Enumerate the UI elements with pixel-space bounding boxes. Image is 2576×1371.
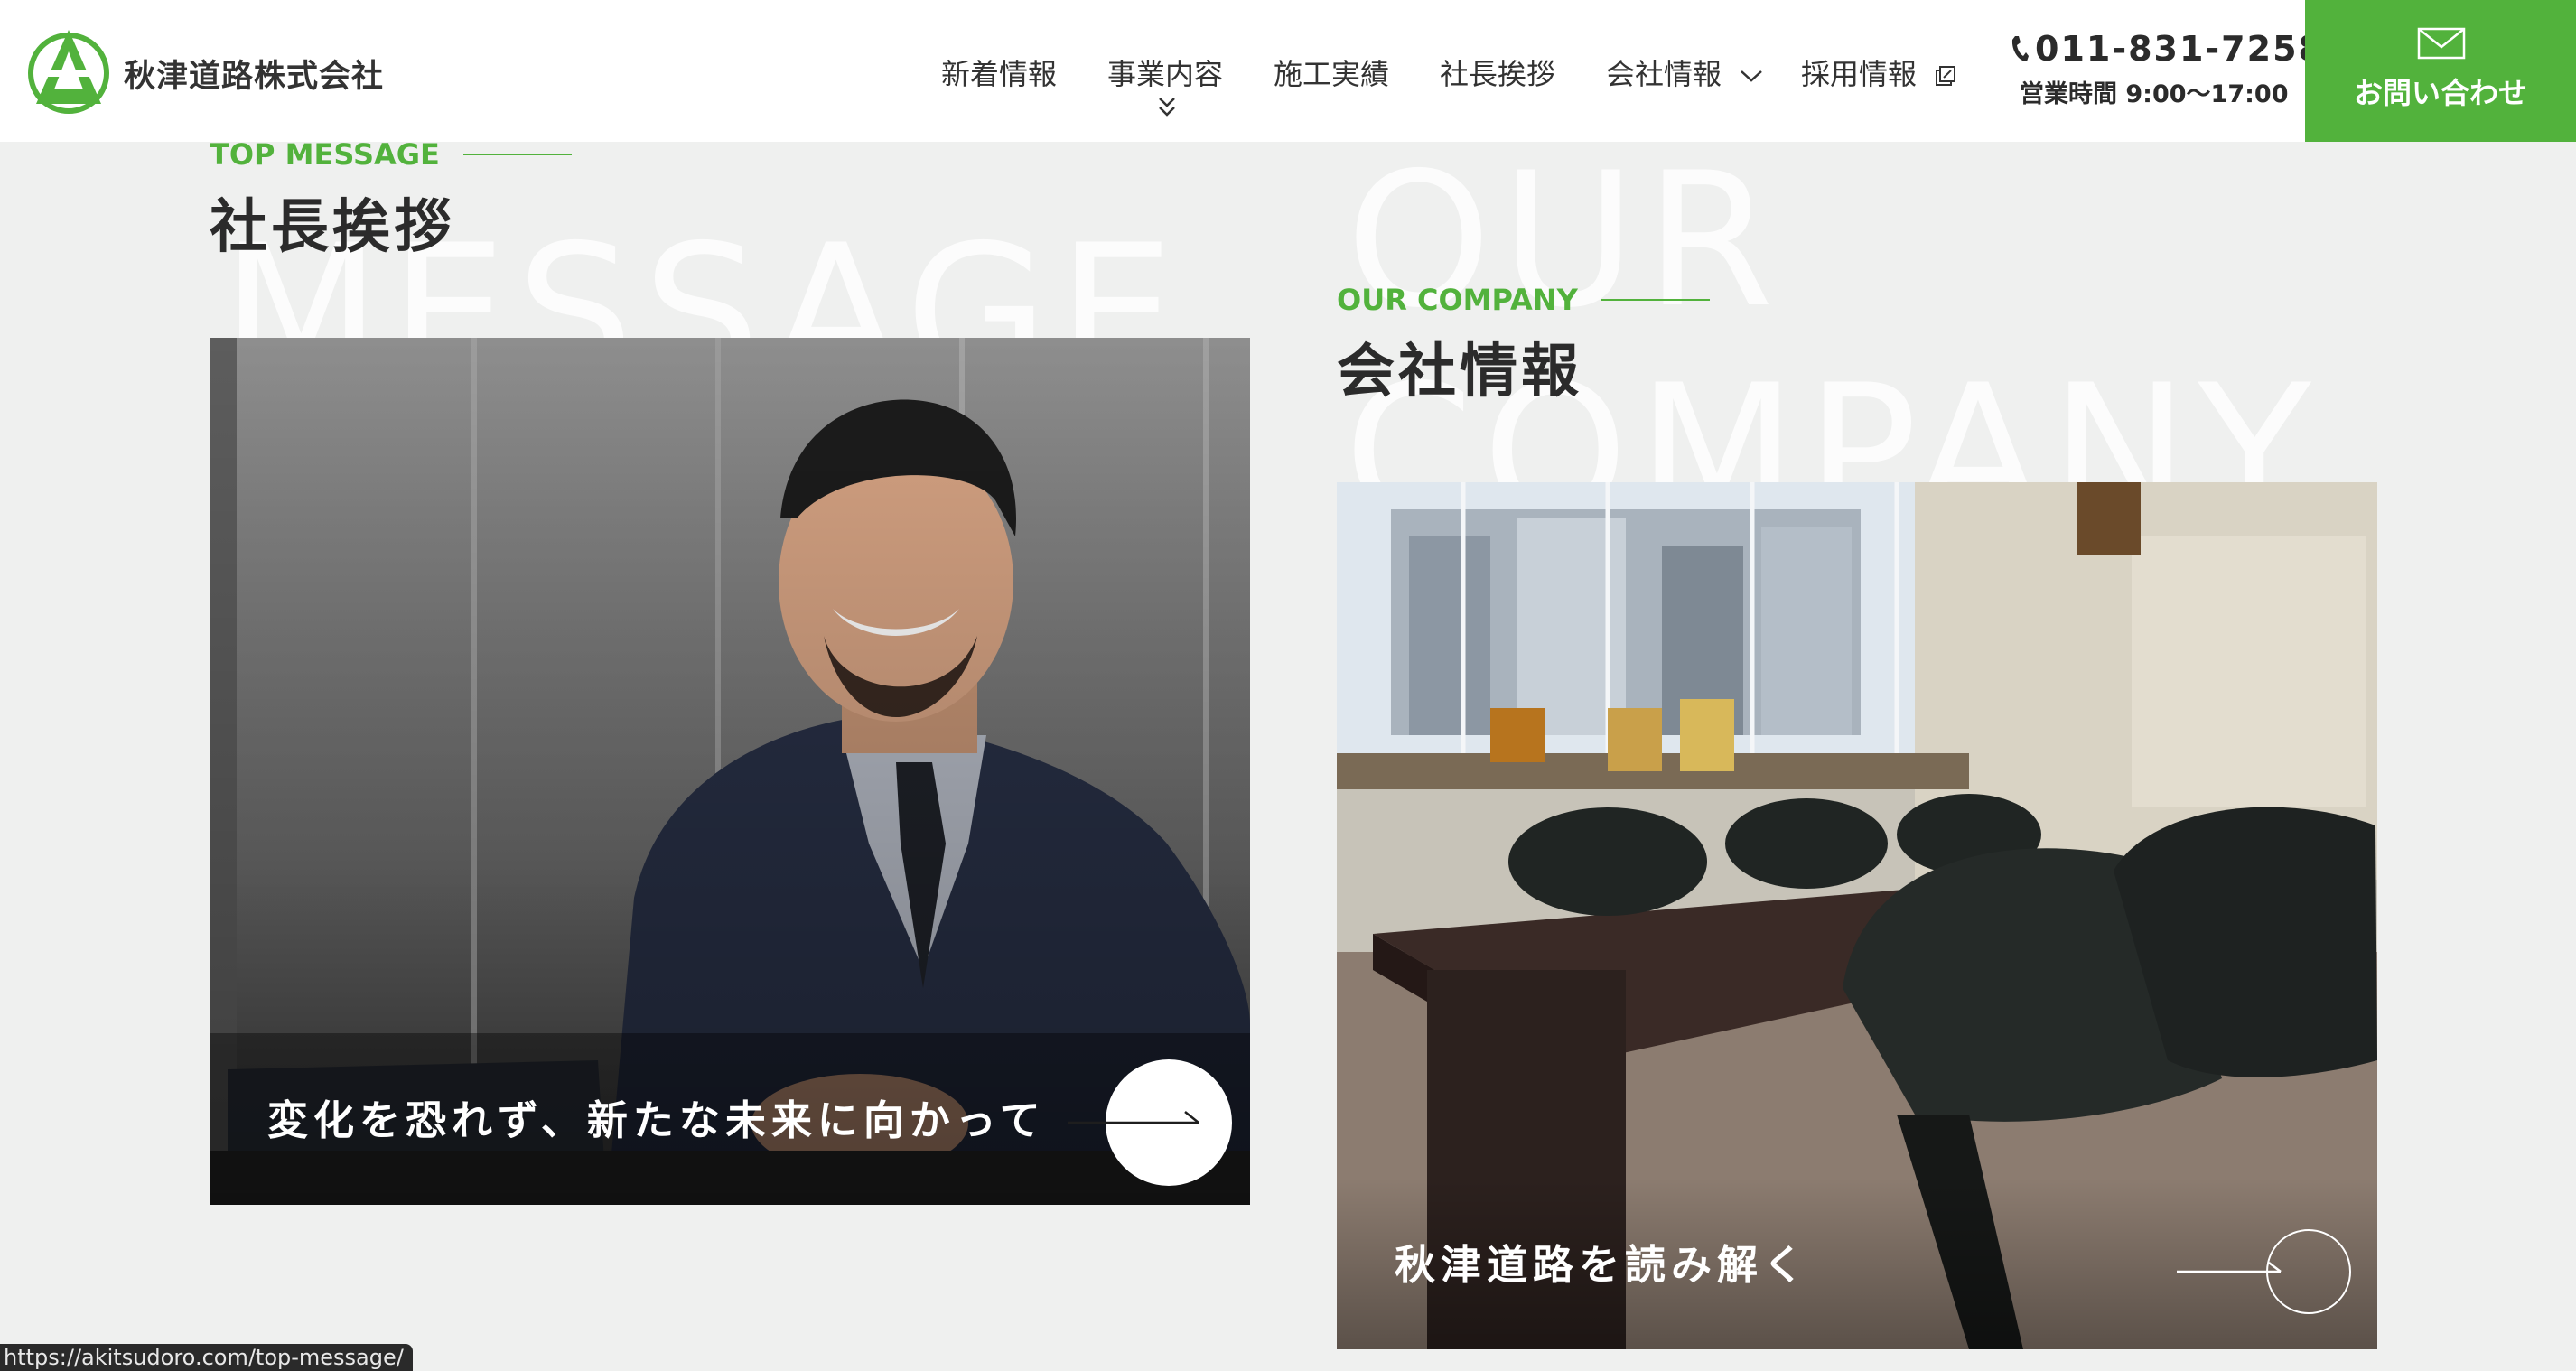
nav-business[interactable]: 事業内容 bbox=[1107, 51, 1223, 93]
nav-top-message[interactable]: 社長挨拶 bbox=[1440, 51, 1555, 93]
nav-works[interactable]: 施工実績 bbox=[1274, 51, 1389, 93]
message-eyebrow-text: TOP MESSAGE bbox=[210, 137, 440, 172]
contact-button[interactable]: お問い合わせ bbox=[2305, 0, 2576, 142]
status-bar-url: https://akitsudoro.com/top-message/ bbox=[0, 1344, 413, 1371]
nav-company-label: 会社情報 bbox=[1606, 57, 1722, 91]
arrow-right-icon[interactable] bbox=[1068, 1056, 1248, 1191]
business-hours: 営業時間 9:00〜17:00 bbox=[2020, 80, 2289, 108]
phone-block: 011-831-7258 営業時間 9:00〜17:00 bbox=[2010, 29, 2324, 109]
company-card[interactable]: 秋津道路を読み解く bbox=[1337, 482, 2377, 1349]
mail-icon bbox=[2417, 27, 2466, 60]
company-name[interactable]: 秋津道路株式会社 bbox=[124, 51, 384, 97]
chevron-double-down-icon[interactable] bbox=[1156, 95, 1178, 120]
company-caption: 秋津道路を読み解く bbox=[1395, 1241, 1810, 1289]
nav-recruit[interactable]: 採用情報 bbox=[1801, 51, 1956, 93]
phone-icon bbox=[2011, 36, 2029, 61]
message-caption: 変化を恐れず、新たな未来に向かって bbox=[267, 1096, 1046, 1144]
arrow-right-icon[interactable] bbox=[2177, 1214, 2357, 1331]
phone-number-text: 011-831-7258 bbox=[2035, 29, 2324, 69]
company-eyebrow: OUR COMPANY bbox=[1337, 283, 1710, 317]
nav-company[interactable]: 会社情報 bbox=[1606, 51, 1763, 93]
eyebrow-line bbox=[462, 154, 572, 155]
message-title: 社長挨拶 bbox=[210, 194, 455, 261]
top-message-card[interactable]: 変化を恐れず、新たな未来に向かって bbox=[210, 338, 1250, 1205]
company-eyebrow-text: OUR COMPANY bbox=[1337, 283, 1578, 317]
phone-number[interactable]: 011-831-7258 bbox=[2010, 29, 2324, 69]
message-eyebrow: TOP MESSAGE bbox=[210, 137, 572, 172]
chevron-down-icon bbox=[1741, 70, 1763, 82]
site-header: 秋津道路株式会社 新着情報 事業内容 施工実績 社長挨拶 会社情報 採用情報 0… bbox=[0, 0, 2576, 142]
nav-recruit-label: 採用情報 bbox=[1801, 57, 1918, 91]
company-title: 会社情報 bbox=[1337, 339, 1582, 406]
nav-news[interactable]: 新着情報 bbox=[941, 51, 1057, 93]
eyebrow-line bbox=[1601, 299, 1710, 301]
external-link-icon bbox=[1936, 66, 1956, 86]
company-logo[interactable] bbox=[27, 26, 110, 117]
contact-button-label: お問い合わせ bbox=[2353, 76, 2527, 110]
